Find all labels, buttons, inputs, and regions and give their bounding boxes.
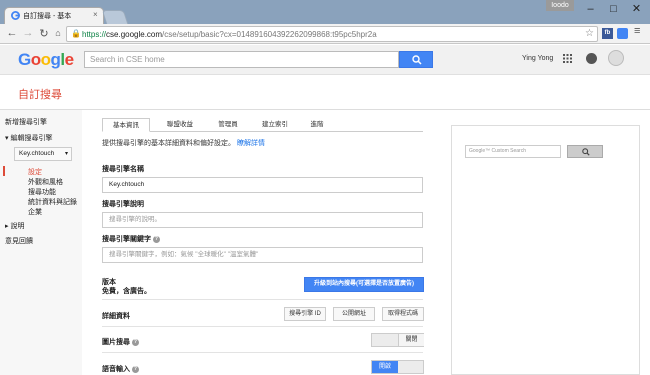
- notifications-icon[interactable]: [586, 53, 597, 64]
- page-subheader: [0, 76, 650, 110]
- engine-select[interactable]: Key.chtouch ▾: [14, 147, 72, 161]
- extension-icon[interactable]: [617, 28, 628, 39]
- sidebar-item-look-and-feel[interactable]: 外觀和風格: [28, 177, 63, 187]
- facebook-extension-icon[interactable]: fb: [602, 28, 613, 39]
- search-icon: [412, 55, 422, 65]
- google-favicon-icon: [11, 11, 20, 20]
- engine-name-field[interactable]: Key.chtouch: [102, 177, 423, 193]
- menu-icon[interactable]: ≡: [634, 25, 640, 37]
- logo-text: Google: [18, 50, 74, 69]
- sidebar-item-stats-logs[interactable]: 統計資料與記錄: [28, 197, 77, 207]
- avatar[interactable]: [608, 50, 624, 66]
- browser-tab-active[interactable]: 自訂搜尋 - 基本 ×: [4, 7, 104, 24]
- divider: [102, 326, 423, 327]
- logo-letter: o: [40, 50, 51, 69]
- preview-search-input[interactable]: Google™ Custom Search: [465, 145, 561, 158]
- tab-title: 自訂搜尋 - 基本: [23, 13, 72, 20]
- tab-admin[interactable]: 管理員: [208, 118, 248, 132]
- upgrade-button[interactable]: 升級到站內搜尋(可選擇是否放置廣告): [304, 277, 424, 292]
- sidebar-item-new-engine[interactable]: 新增搜尋引擎: [5, 117, 47, 127]
- engine-keywords-field[interactable]: 搜尋引擎關鍵字，例如：氣候 "全球暖化" "溫室氣體": [102, 247, 423, 263]
- sidebar-item-search-features[interactable]: 搜尋功能: [28, 187, 56, 197]
- lock-icon: 🔒: [71, 29, 81, 38]
- sidebar-item-business[interactable]: 企業: [28, 207, 42, 217]
- image-search-label: 圖片搜尋 ?: [102, 338, 139, 346]
- logo-letter: e: [64, 50, 74, 69]
- divider: [102, 299, 423, 300]
- help-icon[interactable]: ?: [131, 365, 139, 373]
- help-icon[interactable]: ?: [131, 338, 139, 346]
- get-code-button[interactable]: 取得程式碼: [382, 307, 424, 321]
- tab-advanced[interactable]: 進階: [302, 118, 332, 132]
- search-button[interactable]: [399, 51, 433, 68]
- engine-id-button[interactable]: 搜尋引擎 ID: [284, 307, 326, 321]
- sidebar-item-setup[interactable]: 設定: [28, 167, 42, 177]
- reload-icon[interactable]: ↻: [38, 27, 50, 40]
- dropdown-arrow-icon: ▾: [64, 151, 68, 157]
- close-tab-icon[interactable]: ×: [93, 10, 98, 19]
- engine-description-field[interactable]: 搜尋引擎的說明。: [102, 212, 423, 228]
- toggle-state-on: 開啟: [372, 361, 398, 373]
- back-arrow-icon[interactable]: ←: [6, 27, 18, 39]
- engine-keywords-label: 搜尋引擎關鍵字 ?: [102, 235, 160, 243]
- forward-arrow-icon[interactable]: →: [22, 27, 34, 39]
- user-name: Ying Yong: [522, 55, 554, 62]
- active-indicator: [3, 166, 5, 176]
- google-logo[interactable]: Google: [18, 50, 74, 70]
- apps-grid-icon[interactable]: [563, 54, 572, 63]
- divider: [102, 352, 423, 353]
- image-search-toggle[interactable]: 關閉: [371, 333, 424, 347]
- logo-letter: G: [18, 50, 31, 69]
- address-bar[interactable]: 🔒 https://cse.google.com/cse/setup/basic…: [66, 26, 598, 42]
- search-icon: [582, 148, 590, 156]
- description-text: 提供搜尋引擎的基本詳細資料和偏好設定。 瞭解詳情: [102, 140, 265, 147]
- bookmark-star-icon[interactable]: ☆: [585, 28, 594, 39]
- close-window-icon[interactable]: ✕: [623, 0, 650, 18]
- sidebar-item-help[interactable]: ▸ 說明: [5, 221, 24, 231]
- logo-letter: o: [30, 50, 41, 69]
- speech-input-toggle[interactable]: 開啟: [371, 360, 424, 374]
- sidebar-item-edit-engine[interactable]: ▾ 編輯搜尋引擎: [5, 133, 52, 143]
- new-tab-button[interactable]: [101, 10, 129, 24]
- engine-description-label: 搜尋引擎說明: [102, 201, 144, 208]
- tab-basics[interactable]: 基本資訊: [102, 118, 150, 132]
- preview-search-button[interactable]: [567, 145, 603, 158]
- tab-monetization[interactable]: 聯盟收益: [155, 118, 205, 132]
- toggle-state-off: 關閉: [398, 334, 424, 346]
- engine-name-label: 搜尋引擎名稱: [102, 166, 144, 173]
- speech-input-label: 語音輸入 ?: [102, 365, 139, 373]
- edition-value: 免費，含廣告。: [102, 288, 151, 295]
- profile-chip[interactable]: Ioodo: [546, 0, 574, 11]
- details-label: 詳細資料: [102, 313, 130, 320]
- tab-indexing[interactable]: 建立索引: [250, 118, 300, 132]
- public-url-button[interactable]: 公開網址: [333, 307, 375, 321]
- sidebar-item-feedback[interactable]: 意見回饋: [5, 236, 33, 246]
- home-icon[interactable]: ⌂: [52, 28, 64, 38]
- page-title: 自訂搜尋: [18, 89, 62, 101]
- url-text: https://cse.google.com/cse/setup/basic?c…: [82, 30, 377, 39]
- help-icon[interactable]: ?: [152, 235, 160, 243]
- logo-letter: g: [50, 50, 61, 69]
- search-input[interactable]: Search in CSE home: [84, 51, 399, 68]
- preview-panel: Google™ Custom Search: [451, 125, 640, 375]
- tab-divider: [102, 131, 423, 132]
- learn-more-link[interactable]: 瞭解詳情: [237, 140, 265, 147]
